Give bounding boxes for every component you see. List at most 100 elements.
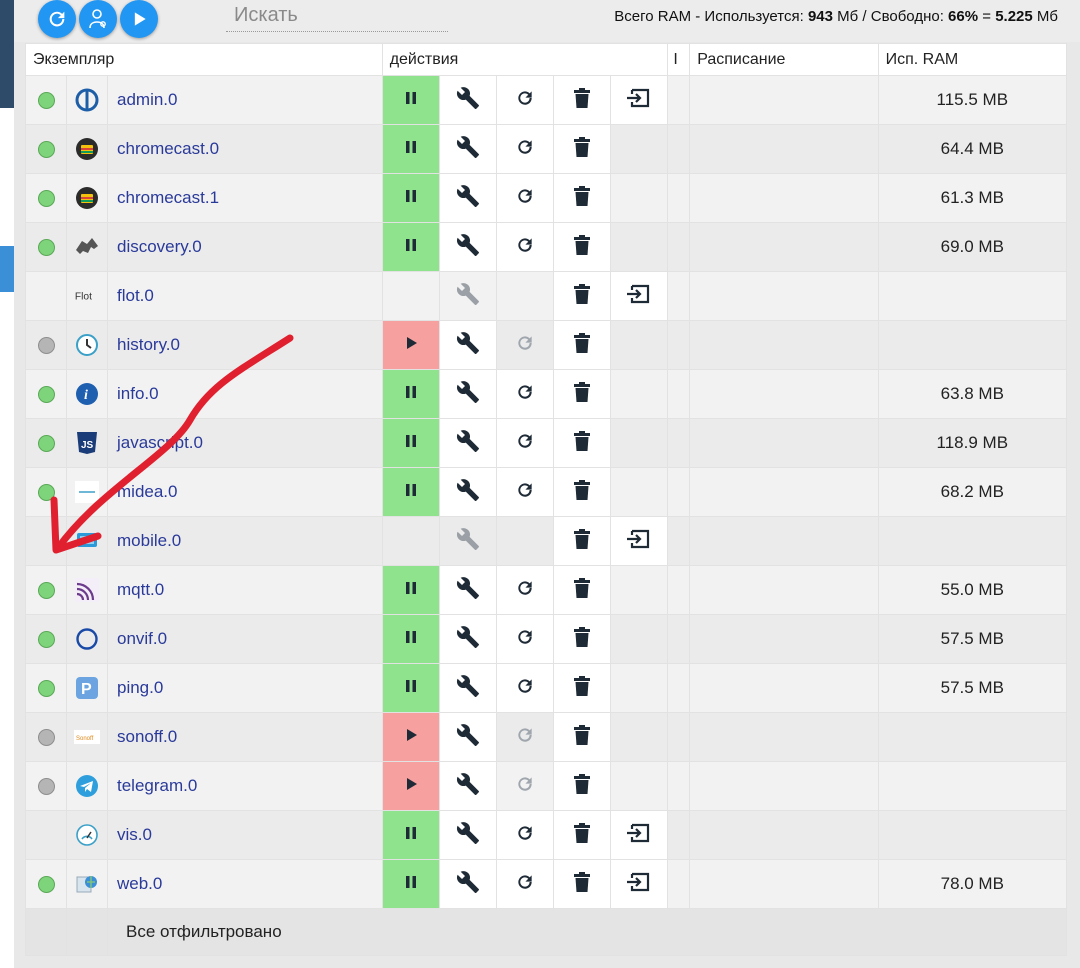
instance-name-cell[interactable]: discovery.0 [107,222,383,272]
instance-name[interactable]: admin.0 [108,90,177,109]
run-all-button[interactable] [120,0,158,38]
instance-name-cell[interactable]: web.0 [107,859,383,909]
instance-name-cell[interactable]: mqtt.0 [107,565,383,615]
pause-button[interactable] [381,173,440,223]
instance-name[interactable]: vis.0 [108,825,152,844]
expert-mode-button[interactable] [79,0,117,38]
settings-button[interactable] [438,271,497,321]
delete-button[interactable] [553,222,612,272]
settings-button[interactable] [438,418,497,468]
restart-button[interactable] [495,320,555,370]
open-web-button[interactable] [610,810,669,860]
settings-button[interactable] [438,663,497,713]
settings-button[interactable] [438,712,497,762]
delete-button[interactable] [553,712,612,762]
delete-button[interactable] [553,320,612,370]
delete-button[interactable] [553,614,612,664]
search-input[interactable]: Искать [226,0,448,32]
restart-button[interactable] [495,859,555,909]
settings-button[interactable] [438,173,497,223]
instance-name-cell[interactable]: chromecast.0 [107,124,383,174]
delete-button[interactable] [553,810,612,860]
restart-button[interactable] [495,761,555,811]
settings-button[interactable] [438,124,497,174]
instance-name[interactable]: mqtt.0 [108,580,164,599]
settings-button[interactable] [438,467,497,517]
instance-name-cell[interactable]: sonoff.0 [107,712,383,762]
settings-button[interactable] [438,320,497,370]
refresh-button[interactable] [38,0,76,38]
instance-name[interactable]: chromecast.0 [108,139,219,158]
delete-button[interactable] [553,418,612,468]
pause-button[interactable] [381,222,440,272]
pause-button[interactable] [381,565,440,615]
pause-button[interactable] [381,663,440,713]
pause-button[interactable] [381,369,440,419]
pause-button[interactable] [381,859,440,909]
restart-button[interactable] [495,614,555,664]
instance-name-cell[interactable]: onvif.0 [107,614,383,664]
restart-button[interactable] [495,222,555,272]
delete-button[interactable] [553,467,612,517]
start-button[interactable] [381,712,440,762]
pause-button[interactable] [381,75,440,125]
settings-button[interactable] [438,761,497,811]
restart-button[interactable] [495,565,555,615]
restart-button[interactable] [495,418,555,468]
restart-button[interactable] [495,75,555,125]
header-actions[interactable]: действия [381,43,669,76]
settings-button[interactable] [438,222,497,272]
start-button[interactable] [381,761,440,811]
instance-name-cell[interactable]: admin.0 [107,75,383,125]
delete-button[interactable] [553,173,612,223]
header-ram[interactable]: Исп. RAM [877,43,1068,76]
delete-button[interactable] [553,663,612,713]
settings-button[interactable] [438,565,497,615]
header-schedule[interactable]: Расписание [689,43,879,76]
instance-name-cell[interactable]: flot.0 [107,271,383,321]
start-button[interactable] [381,320,440,370]
instance-name-cell[interactable]: vis.0 [107,810,383,860]
restart-button[interactable] [495,663,555,713]
open-web-button[interactable] [610,75,669,125]
delete-button[interactable] [553,124,612,174]
pause-button[interactable] [381,467,440,517]
delete-button[interactable] [553,859,612,909]
header-hidden-column[interactable]: I [667,43,691,76]
header-instance[interactable]: Экземпляр [25,43,383,76]
instance-name[interactable]: telegram.0 [108,776,197,795]
instance-name[interactable]: ping.0 [108,678,163,697]
instance-name[interactable]: discovery.0 [108,237,202,256]
pause-button[interactable] [381,810,440,860]
instance-name[interactable]: web.0 [108,874,162,893]
instance-name-cell[interactable]: ping.0 [107,663,383,713]
delete-button[interactable] [553,369,612,419]
settings-button[interactable] [438,810,497,860]
pause-button[interactable] [381,124,440,174]
open-web-button[interactable] [610,271,669,321]
pause-button[interactable] [381,418,440,468]
settings-button[interactable] [438,369,497,419]
delete-button[interactable] [553,271,612,321]
restart-button[interactable] [495,369,555,419]
restart-button[interactable] [495,467,555,517]
instance-name[interactable]: sonoff.0 [108,727,177,746]
settings-button[interactable] [438,75,497,125]
pause-button[interactable] [381,614,440,664]
instance-name[interactable]: chromecast.1 [108,188,219,207]
instance-name[interactable]: onvif.0 [108,629,167,648]
delete-button[interactable] [553,565,612,615]
restart-button[interactable] [495,810,555,860]
settings-button[interactable] [438,859,497,909]
instance-name[interactable]: flot.0 [108,286,154,305]
open-web-button[interactable] [610,859,669,909]
restart-button[interactable] [495,712,555,762]
delete-button[interactable] [553,516,612,566]
instance-name-cell[interactable]: chromecast.1 [107,173,383,223]
settings-button[interactable] [438,516,497,566]
delete-button[interactable] [553,75,612,125]
delete-button[interactable] [553,761,612,811]
instance-name-cell[interactable]: telegram.0 [107,761,383,811]
restart-button[interactable] [495,124,555,174]
settings-button[interactable] [438,614,497,664]
